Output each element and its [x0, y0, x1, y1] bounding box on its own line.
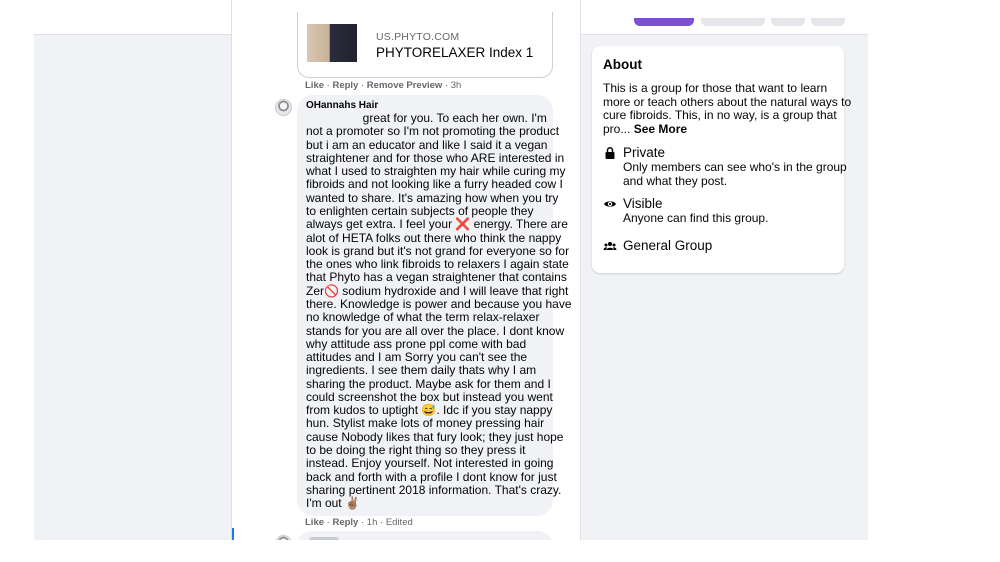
- link-title[interactable]: PHYTORELAXER Index 1: [376, 45, 533, 60]
- comment-text: great for you. To each her own. I'm not …: [306, 111, 572, 511]
- comment-author[interactable]: OHannahs Hair: [306, 100, 378, 111]
- visibility-description: Anyone can find this group.: [623, 211, 769, 225]
- like-link[interactable]: Like: [305, 80, 324, 91]
- like-link[interactable]: Like: [305, 517, 324, 528]
- visibility-title: Visible: [623, 196, 663, 211]
- tab-2[interactable]: [701, 18, 765, 26]
- link-preview-card[interactable]: US.PHYTO.COM PHYTORELAXER Index 1: [297, 12, 553, 78]
- next-comment-author[interactable]: [309, 537, 339, 540]
- reply-link[interactable]: Reply: [332, 517, 358, 528]
- next-comment-bubble: [297, 531, 553, 540]
- lock-icon: [605, 147, 615, 159]
- feed-column: US.PHYTO.COM PHYTORELAXER Index 1 Like ·…: [231, 0, 581, 540]
- tab-4[interactable]: [811, 18, 845, 26]
- group-icon: [603, 242, 617, 250]
- link-thumbnail: [307, 24, 357, 62]
- avatar[interactable]: [275, 535, 292, 540]
- about-title: About: [603, 57, 642, 72]
- tab-3[interactable]: [771, 18, 805, 26]
- group-type-title: General Group: [623, 238, 713, 253]
- facebook-group-page: US.PHYTO.COM PHYTORELAXER Index 1 Like ·…: [34, 0, 868, 540]
- about-description: This is a group for those that want to l…: [603, 81, 851, 136]
- screenshot-stage: US.PHYTO.COM PHYTORELAXER Index 1 Like ·…: [0, 0, 1000, 562]
- tab-active[interactable]: [634, 18, 694, 26]
- eye-icon: [604, 201, 616, 207]
- comment-time[interactable]: 1h: [367, 517, 378, 528]
- reply-link[interactable]: Reply: [332, 80, 358, 91]
- privacy-title: Private: [623, 145, 666, 160]
- see-more-link[interactable]: See More: [634, 122, 687, 136]
- comment-time[interactable]: 3h: [451, 80, 462, 91]
- link-domain: US.PHYTO.COM: [376, 31, 460, 43]
- comment-actions: Like · Reply · 1h · Edited: [305, 517, 413, 528]
- comment-bubble: OHannahs Hair great for you. To each her…: [297, 95, 572, 516]
- link-comment-actions: Like · Reply · Remove Preview · 3h: [305, 80, 462, 91]
- remove-preview-link[interactable]: Remove Preview: [367, 80, 443, 91]
- thread-line: [232, 528, 234, 540]
- privacy-description: Only members can see who's in the group …: [623, 160, 847, 188]
- edited-label: Edited: [385, 517, 413, 528]
- about-card: About This is a group for those that wan…: [592, 46, 851, 273]
- avatar[interactable]: [275, 99, 292, 116]
